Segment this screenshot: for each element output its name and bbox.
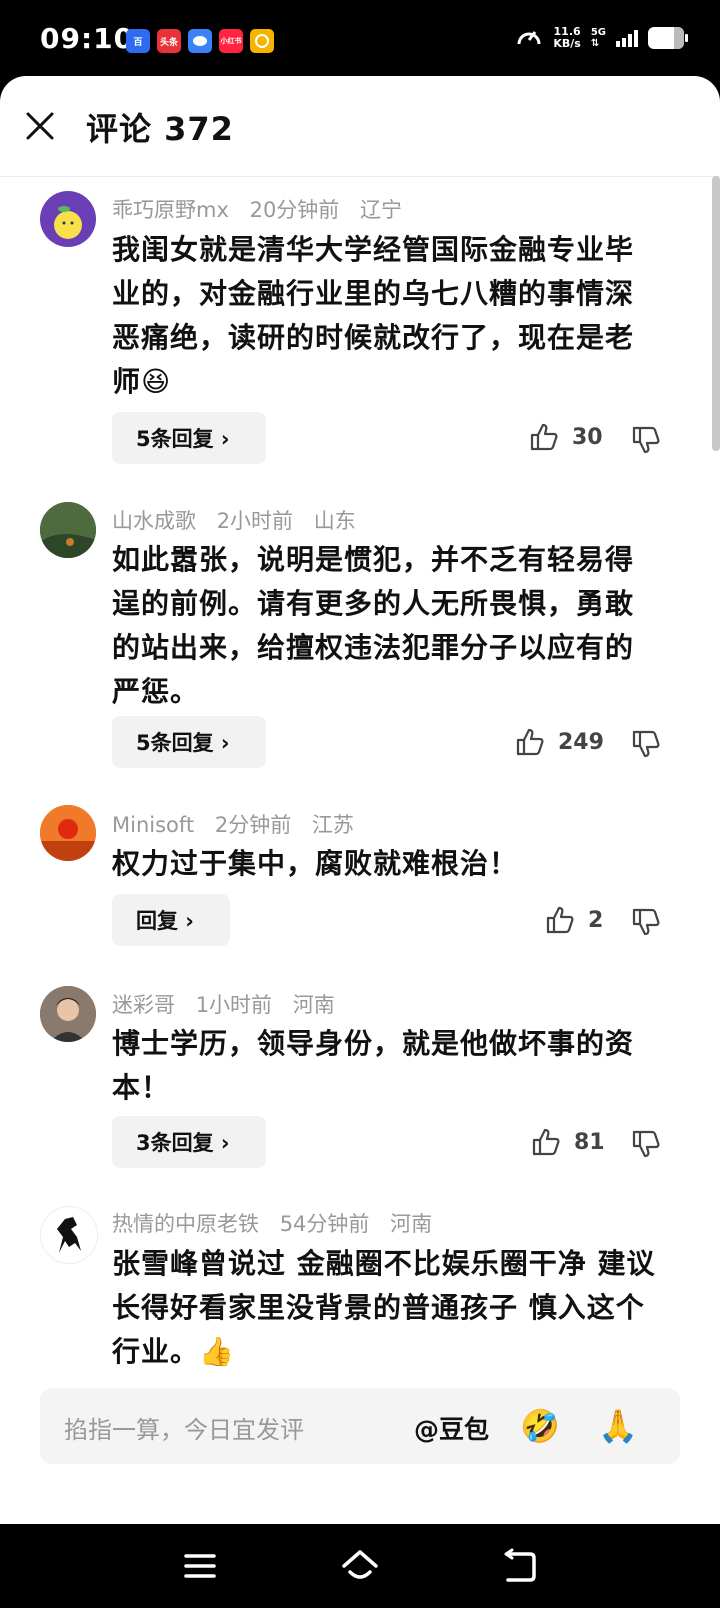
wallet-app-icon bbox=[250, 29, 274, 53]
comment-text: 博士学历，领导身份，就是他做坏事的资本！ bbox=[112, 1027, 635, 1104]
like-button[interactable]: 249 bbox=[514, 726, 604, 758]
like-button[interactable]: 30 bbox=[528, 421, 603, 453]
comment-meta: 山水成歌 2小时前 山东 bbox=[112, 505, 370, 535]
comment-text: 如此嚣张，说明是惯犯，并不乏有轻易得逞的前例。请有更多的人无所畏惧，勇敢的站出来… bbox=[112, 543, 635, 708]
like-count: 2 bbox=[588, 907, 604, 933]
comment-text: 张雪峰曾说过 金融圈不比娱乐圈干净 建议长得好看家里没背景的普通孩子 慎入这个行… bbox=[112, 1247, 656, 1368]
comment-location: 辽宁 bbox=[360, 198, 402, 222]
comment-time: 2分钟前 bbox=[214, 813, 292, 837]
sheet-header: 评论 372 bbox=[0, 76, 720, 176]
comment-time: 2小时前 bbox=[216, 509, 294, 533]
pray-emoji-button[interactable]: 🙏 bbox=[598, 1406, 638, 1446]
view-replies-button[interactable]: 5条回复 › bbox=[112, 716, 266, 768]
like-count: 81 bbox=[574, 1129, 605, 1155]
message-app-icon bbox=[188, 29, 212, 53]
laughing-emoji: 😆 bbox=[141, 365, 172, 398]
comment-text: 权力过于集中，腐败就难根治！ bbox=[112, 847, 519, 880]
avatar[interactable] bbox=[40, 502, 96, 558]
laugh-emoji-button[interactable]: 🤣 bbox=[520, 1406, 560, 1446]
view-replies-button[interactable]: 3条回复 › bbox=[112, 1116, 266, 1168]
comment-meta: 迷彩哥 1小时前 河南 bbox=[112, 989, 349, 1019]
xiaohongshu-app-icon: 小红书 bbox=[219, 29, 243, 53]
thumbs-up-icon bbox=[516, 728, 544, 756]
page-title: 评论 372 bbox=[86, 110, 234, 148]
reply-button[interactable]: 回复 › bbox=[112, 894, 230, 946]
like-button[interactable]: 2 bbox=[544, 904, 603, 936]
signal-icon bbox=[616, 29, 638, 47]
like-count: 30 bbox=[572, 424, 603, 450]
comment-location: 山东 bbox=[313, 509, 356, 533]
close-icon[interactable] bbox=[22, 108, 58, 144]
thumbs-up-icon bbox=[546, 906, 574, 934]
comment-time: 20分钟前 bbox=[249, 198, 340, 222]
username[interactable]: 热情的中原老铁 bbox=[112, 1212, 259, 1236]
comment-sheet: 评论 372 乖巧原野mx 20分钟前 辽宁 我闺女就是清华大学经管国际金融专业… bbox=[0, 76, 720, 1524]
toutiao-app-icon: 头条 bbox=[157, 29, 181, 53]
mention-doubao-button[interactable]: @豆包 bbox=[414, 1410, 489, 1446]
comment-meta: Minisoft 2分钟前 江苏 bbox=[112, 809, 368, 839]
comment-time: 54分钟前 bbox=[279, 1212, 370, 1236]
avatar[interactable] bbox=[40, 191, 96, 247]
back-icon[interactable] bbox=[500, 1546, 540, 1586]
network-speed: 11.6 KB/s bbox=[553, 25, 581, 50]
comment-text: 我闺女就是清华大学经管国际金融专业毕业的，对金融行业里的乌七八糟的事情深恶痛绝，… bbox=[112, 233, 635, 398]
like-button[interactable]: 81 bbox=[530, 1126, 605, 1158]
status-bar: 09:10 百 头条 小红书 11.6 KB/s 5G ⇅ bbox=[0, 0, 720, 80]
like-count: 249 bbox=[558, 729, 604, 755]
baidu-app-icon: 百 bbox=[126, 29, 150, 53]
thumbs-up-icon bbox=[532, 1128, 560, 1156]
thumbs-down-icon[interactable] bbox=[630, 1128, 662, 1160]
thumbs-up-emoji: 👍 bbox=[199, 1335, 235, 1368]
avatar[interactable] bbox=[40, 986, 96, 1042]
thumbs-down-icon[interactable] bbox=[630, 906, 662, 938]
home-icon[interactable] bbox=[340, 1546, 380, 1586]
comment-meta: 乖巧原野mx 20分钟前 辽宁 bbox=[112, 194, 416, 224]
username[interactable]: 乖巧原野mx bbox=[112, 198, 229, 222]
comment-location: 河南 bbox=[390, 1212, 433, 1236]
status-time: 09:10 bbox=[40, 22, 135, 55]
avatar[interactable] bbox=[40, 805, 96, 861]
username[interactable]: 山水成歌 bbox=[112, 509, 196, 533]
network-type: 5G ⇅ bbox=[590, 27, 606, 49]
battery-icon bbox=[648, 27, 688, 49]
comment-location: 江苏 bbox=[311, 813, 354, 837]
system-nav-bar bbox=[0, 1524, 720, 1608]
thumbs-down-icon[interactable] bbox=[630, 728, 662, 760]
comment-location: 河南 bbox=[292, 993, 335, 1017]
speedometer-icon bbox=[517, 31, 541, 45]
username[interactable]: Minisoft bbox=[112, 813, 194, 837]
comment-time: 1小时前 bbox=[195, 993, 273, 1017]
scrollbar[interactable] bbox=[712, 176, 720, 451]
thumbs-down-icon[interactable] bbox=[630, 424, 662, 456]
comment-meta: 热情的中原老铁 54分钟前 河南 bbox=[112, 1208, 446, 1238]
comment-input-bar[interactable]: 掐指一算，今日宜发评 @豆包 🤣 🙏 bbox=[40, 1388, 680, 1464]
header-divider bbox=[0, 176, 720, 177]
view-replies-button[interactable]: 5条回复 › bbox=[112, 412, 266, 464]
menu-icon[interactable] bbox=[180, 1546, 220, 1586]
avatar[interactable] bbox=[40, 1206, 98, 1264]
username[interactable]: 迷彩哥 bbox=[112, 993, 175, 1017]
comment-input[interactable]: 掐指一算，今日宜发评 bbox=[64, 1410, 304, 1445]
notification-icons: 百 头条 小红书 bbox=[126, 29, 274, 53]
thumbs-up-icon bbox=[530, 423, 558, 451]
